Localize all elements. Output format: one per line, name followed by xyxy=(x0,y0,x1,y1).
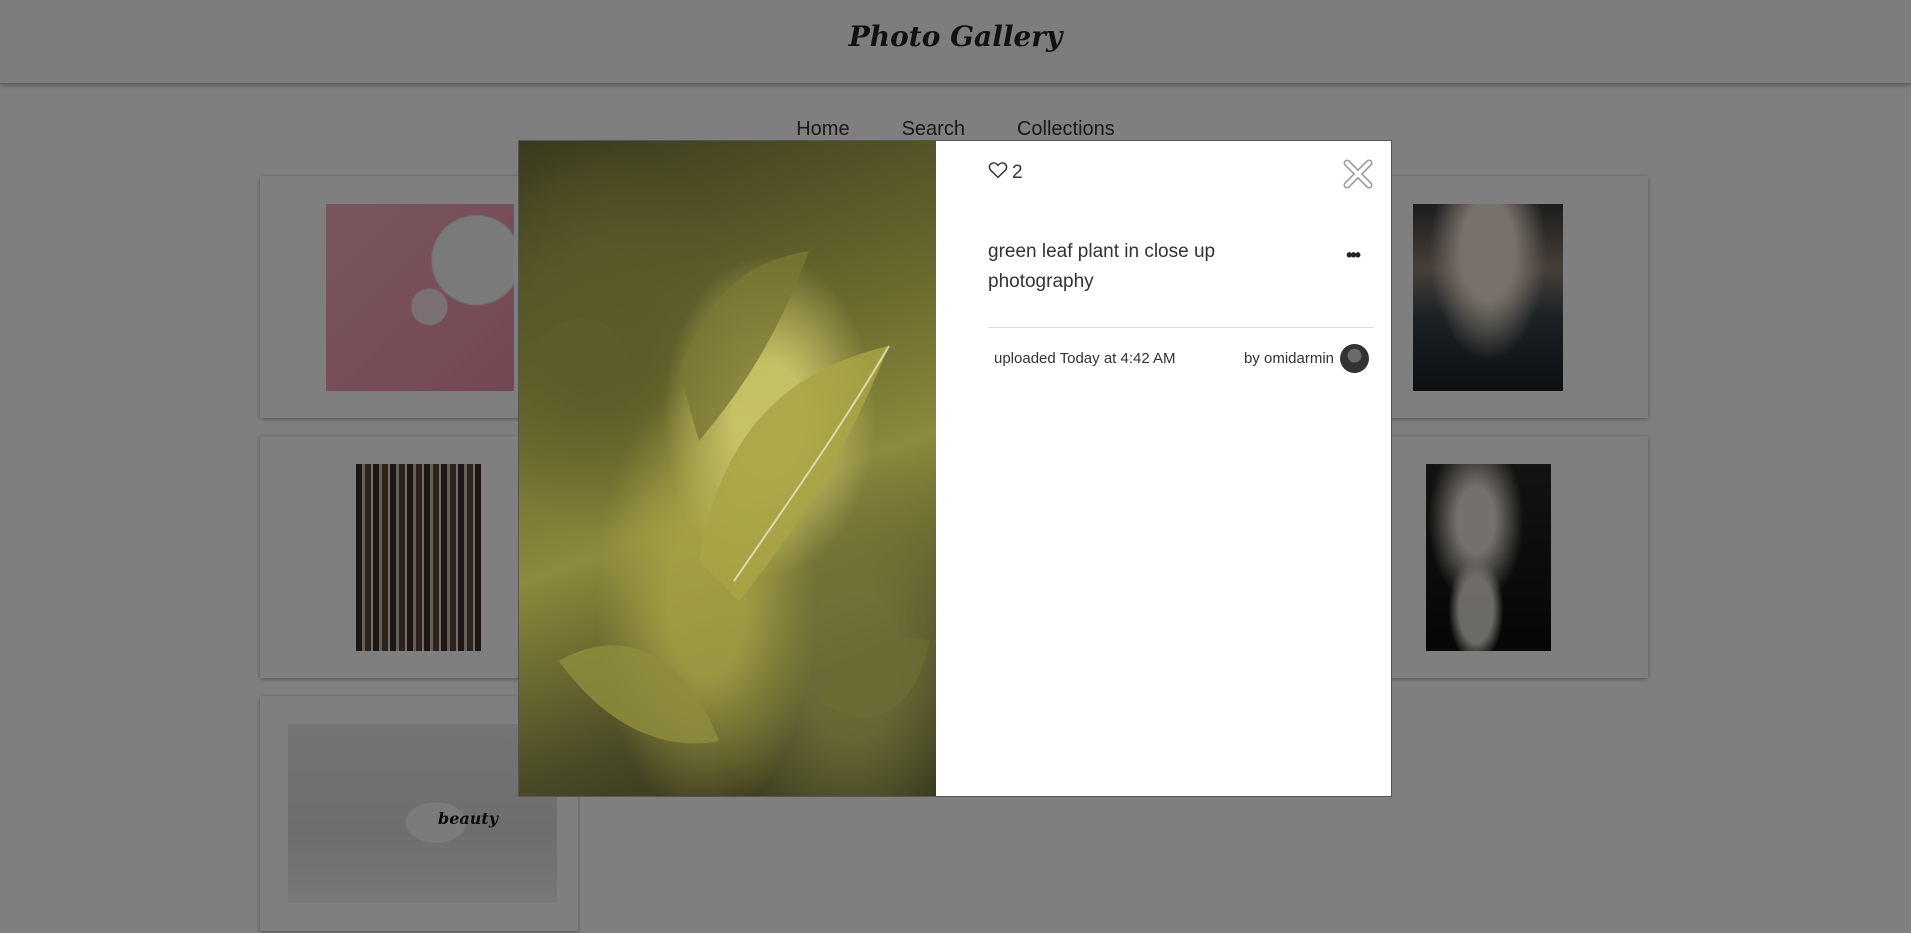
leaf-photo-illustration xyxy=(539,251,929,744)
like-button[interactable]: 2 xyxy=(988,161,1023,185)
heart-outline-icon xyxy=(988,161,1008,185)
close-icon xyxy=(1343,159,1373,189)
modal-info-panel: 2 green leaf plant in close up photograp… xyxy=(936,141,1391,796)
author-avatar[interactable] xyxy=(1340,344,1369,373)
author-name[interactable]: by omidarmin xyxy=(1244,350,1334,367)
like-count: 2 xyxy=(1012,162,1023,183)
photo-modal: 2 green leaf plant in close up photograp… xyxy=(518,140,1392,797)
modal-photo xyxy=(519,141,936,796)
divider xyxy=(988,327,1374,328)
close-button[interactable] xyxy=(1343,159,1373,189)
more-options-button[interactable]: ••• xyxy=(1346,245,1361,266)
photo-caption: green leaf plant in close up photography xyxy=(988,241,1216,292)
author-info[interactable]: by omidarmin xyxy=(1244,344,1369,373)
upload-time: uploaded Today at 4:42 AM xyxy=(994,350,1176,367)
